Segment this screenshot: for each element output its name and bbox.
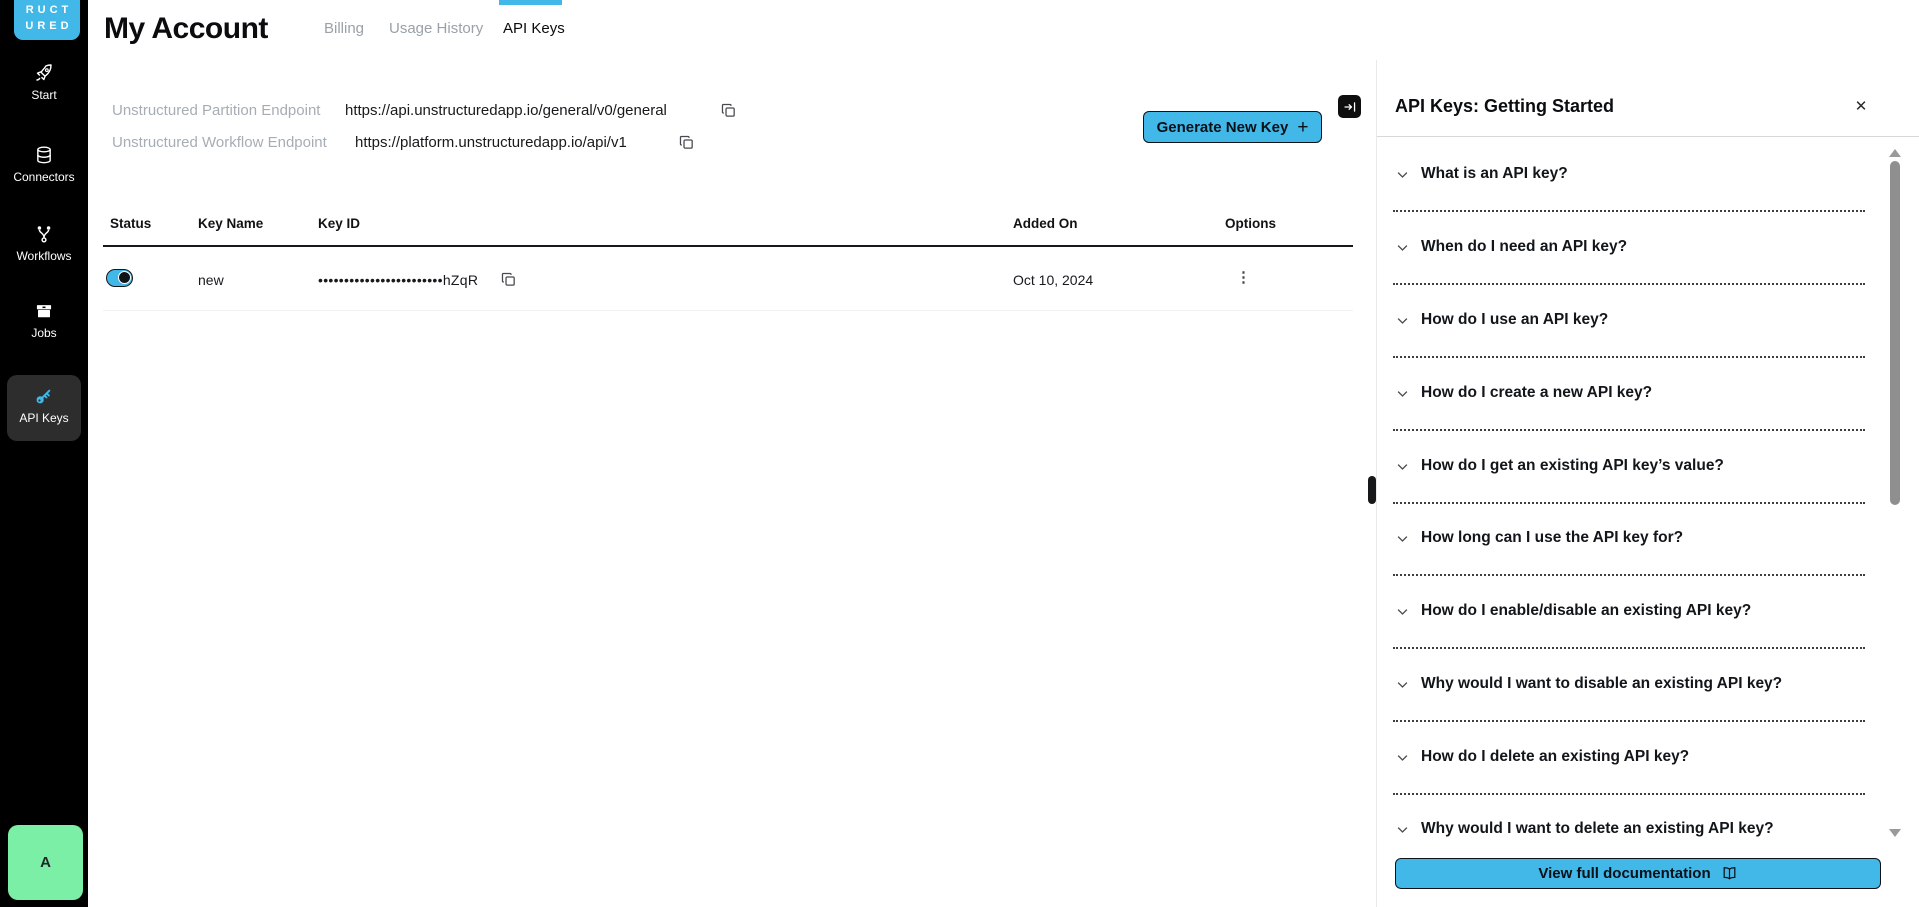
faq-item-when-need-api-key[interactable]: When do I need an API key? xyxy=(1395,236,1865,258)
sidebar-item-workflows[interactable]: Workflows xyxy=(0,224,88,263)
database-icon xyxy=(34,145,54,165)
collapse-panel-icon[interactable] xyxy=(1338,95,1361,118)
help-panel-title: API Keys: Getting Started xyxy=(1395,96,1614,117)
faq-item-how-use-api-key[interactable]: How do I use an API key? xyxy=(1395,309,1865,331)
app-logo[interactable]: RUCT URED xyxy=(14,0,80,40)
faq-separator xyxy=(1393,793,1865,795)
copy-icon[interactable] xyxy=(500,271,517,288)
logo-line1: RUCT xyxy=(14,2,80,18)
faq-separator xyxy=(1393,720,1865,722)
sidebar-item-api-keys[interactable]: API Keys xyxy=(7,375,81,441)
toggle-knob xyxy=(118,271,131,284)
col-header-key-id: Key ID xyxy=(318,216,360,231)
jobs-box-icon xyxy=(34,301,54,321)
chevron-down-icon xyxy=(1395,604,1410,619)
col-header-added-on: Added On xyxy=(1013,216,1078,231)
faq-item-delete-existing-key[interactable]: How do I delete an existing API key? xyxy=(1395,746,1865,768)
active-tab-indicator xyxy=(499,0,562,5)
avatar-letter: A xyxy=(40,854,51,871)
table-row-divider xyxy=(103,310,1353,311)
faq-item-create-new-api-key[interactable]: How do I create a new API key? xyxy=(1395,382,1865,404)
faq-separator xyxy=(1393,283,1865,285)
chevron-down-icon xyxy=(1395,313,1410,328)
workflow-endpoint-label: Unstructured Workflow Endpoint xyxy=(112,134,327,151)
workflow-endpoint-value: https://platform.unstructuredapp.io/api/… xyxy=(355,134,627,151)
close-icon[interactable]: ✕ xyxy=(1848,93,1874,119)
tab-billing[interactable]: Billing xyxy=(324,20,364,37)
faq-separator xyxy=(1393,502,1865,504)
faq-separator xyxy=(1393,356,1865,358)
avatar[interactable]: A xyxy=(8,825,83,900)
table-header-divider xyxy=(103,245,1353,247)
faq-separator xyxy=(1393,429,1865,431)
copy-icon[interactable] xyxy=(720,102,737,119)
panel-resize-handle[interactable] xyxy=(1368,476,1376,504)
copy-icon[interactable] xyxy=(678,134,695,151)
page-title: My Account xyxy=(104,12,268,46)
panel-left-border xyxy=(1376,60,1377,907)
faq-separator xyxy=(1393,210,1865,212)
generate-new-key-label: Generate New Key xyxy=(1157,119,1289,136)
partition-endpoint-value: https://api.unstructuredapp.io/general/v… xyxy=(345,102,667,119)
view-full-documentation-label: View full documentation xyxy=(1538,865,1710,882)
sidebar-item-label: Connectors xyxy=(0,170,88,184)
plus-icon: + xyxy=(1297,118,1308,137)
faq-item-what-is-api-key[interactable]: What is an API key? xyxy=(1395,163,1865,185)
book-icon xyxy=(1721,865,1738,882)
chevron-down-icon xyxy=(1395,531,1410,546)
key-name-cell: new xyxy=(198,272,224,288)
sidebar-item-label: Workflows xyxy=(0,249,88,263)
chevron-down-icon xyxy=(1395,386,1410,401)
workflow-icon xyxy=(34,224,54,244)
faq-item-enable-disable-key[interactable]: How do I enable/disable an existing API … xyxy=(1395,600,1865,622)
kebab-icon[interactable]: ⋮ xyxy=(1236,268,1251,288)
key-icon xyxy=(34,386,54,406)
chevron-down-icon xyxy=(1395,750,1410,765)
scrollbar-down-arrow[interactable] xyxy=(1889,829,1901,837)
scrollbar-up-arrow[interactable] xyxy=(1889,149,1901,157)
chevron-down-icon xyxy=(1395,240,1410,255)
sidebar-item-label: API Keys xyxy=(7,411,81,425)
added-on-cell: Oct 10, 2024 xyxy=(1013,272,1093,288)
tab-usage-history[interactable]: Usage History xyxy=(389,20,483,37)
generate-new-key-button[interactable]: Generate New Key + xyxy=(1143,111,1322,143)
panel-header-divider xyxy=(1377,136,1919,137)
key-id-cell: ••••••••••••••••••••••••hZqR xyxy=(318,272,478,288)
faq-separator xyxy=(1393,574,1865,576)
tab-api-keys[interactable]: API Keys xyxy=(503,20,565,37)
chevron-down-icon xyxy=(1395,167,1410,182)
sidebar-item-label: Start xyxy=(0,88,88,102)
faq-item-why-delete-key[interactable]: Why would I want to delete an existing A… xyxy=(1395,818,1865,840)
faq-item-get-existing-key-value[interactable]: How do I get an existing API key’s value… xyxy=(1395,455,1865,477)
view-full-documentation-button[interactable]: View full documentation xyxy=(1395,858,1881,889)
key-status-toggle[interactable] xyxy=(106,269,133,287)
scrollbar-thumb[interactable] xyxy=(1890,161,1900,505)
app-root: RUCT URED Start Con xyxy=(0,0,1919,907)
col-header-key-name: Key Name xyxy=(198,216,263,231)
logo-line2: URED xyxy=(14,18,80,34)
faq-item-how-long-use-key[interactable]: How long can I use the API key for? xyxy=(1395,527,1865,549)
sidebar-item-label: Jobs xyxy=(0,326,88,340)
chevron-down-icon xyxy=(1395,459,1410,474)
faq-separator xyxy=(1393,647,1865,649)
partition-endpoint-label: Unstructured Partition Endpoint xyxy=(112,102,320,119)
col-header-status: Status xyxy=(110,216,151,231)
faq-item-why-disable-key[interactable]: Why would I want to disable an existing … xyxy=(1395,673,1865,695)
rocket-icon xyxy=(34,63,54,83)
sidebar-item-start[interactable]: Start xyxy=(0,63,88,102)
sidebar-item-jobs[interactable]: Jobs xyxy=(0,301,88,340)
col-header-options: Options xyxy=(1225,216,1276,231)
chevron-down-icon xyxy=(1395,822,1410,837)
chevron-down-icon xyxy=(1395,677,1410,692)
sidebar-item-connectors[interactable]: Connectors xyxy=(0,145,88,184)
sidebar: RUCT URED Start Con xyxy=(0,0,88,907)
